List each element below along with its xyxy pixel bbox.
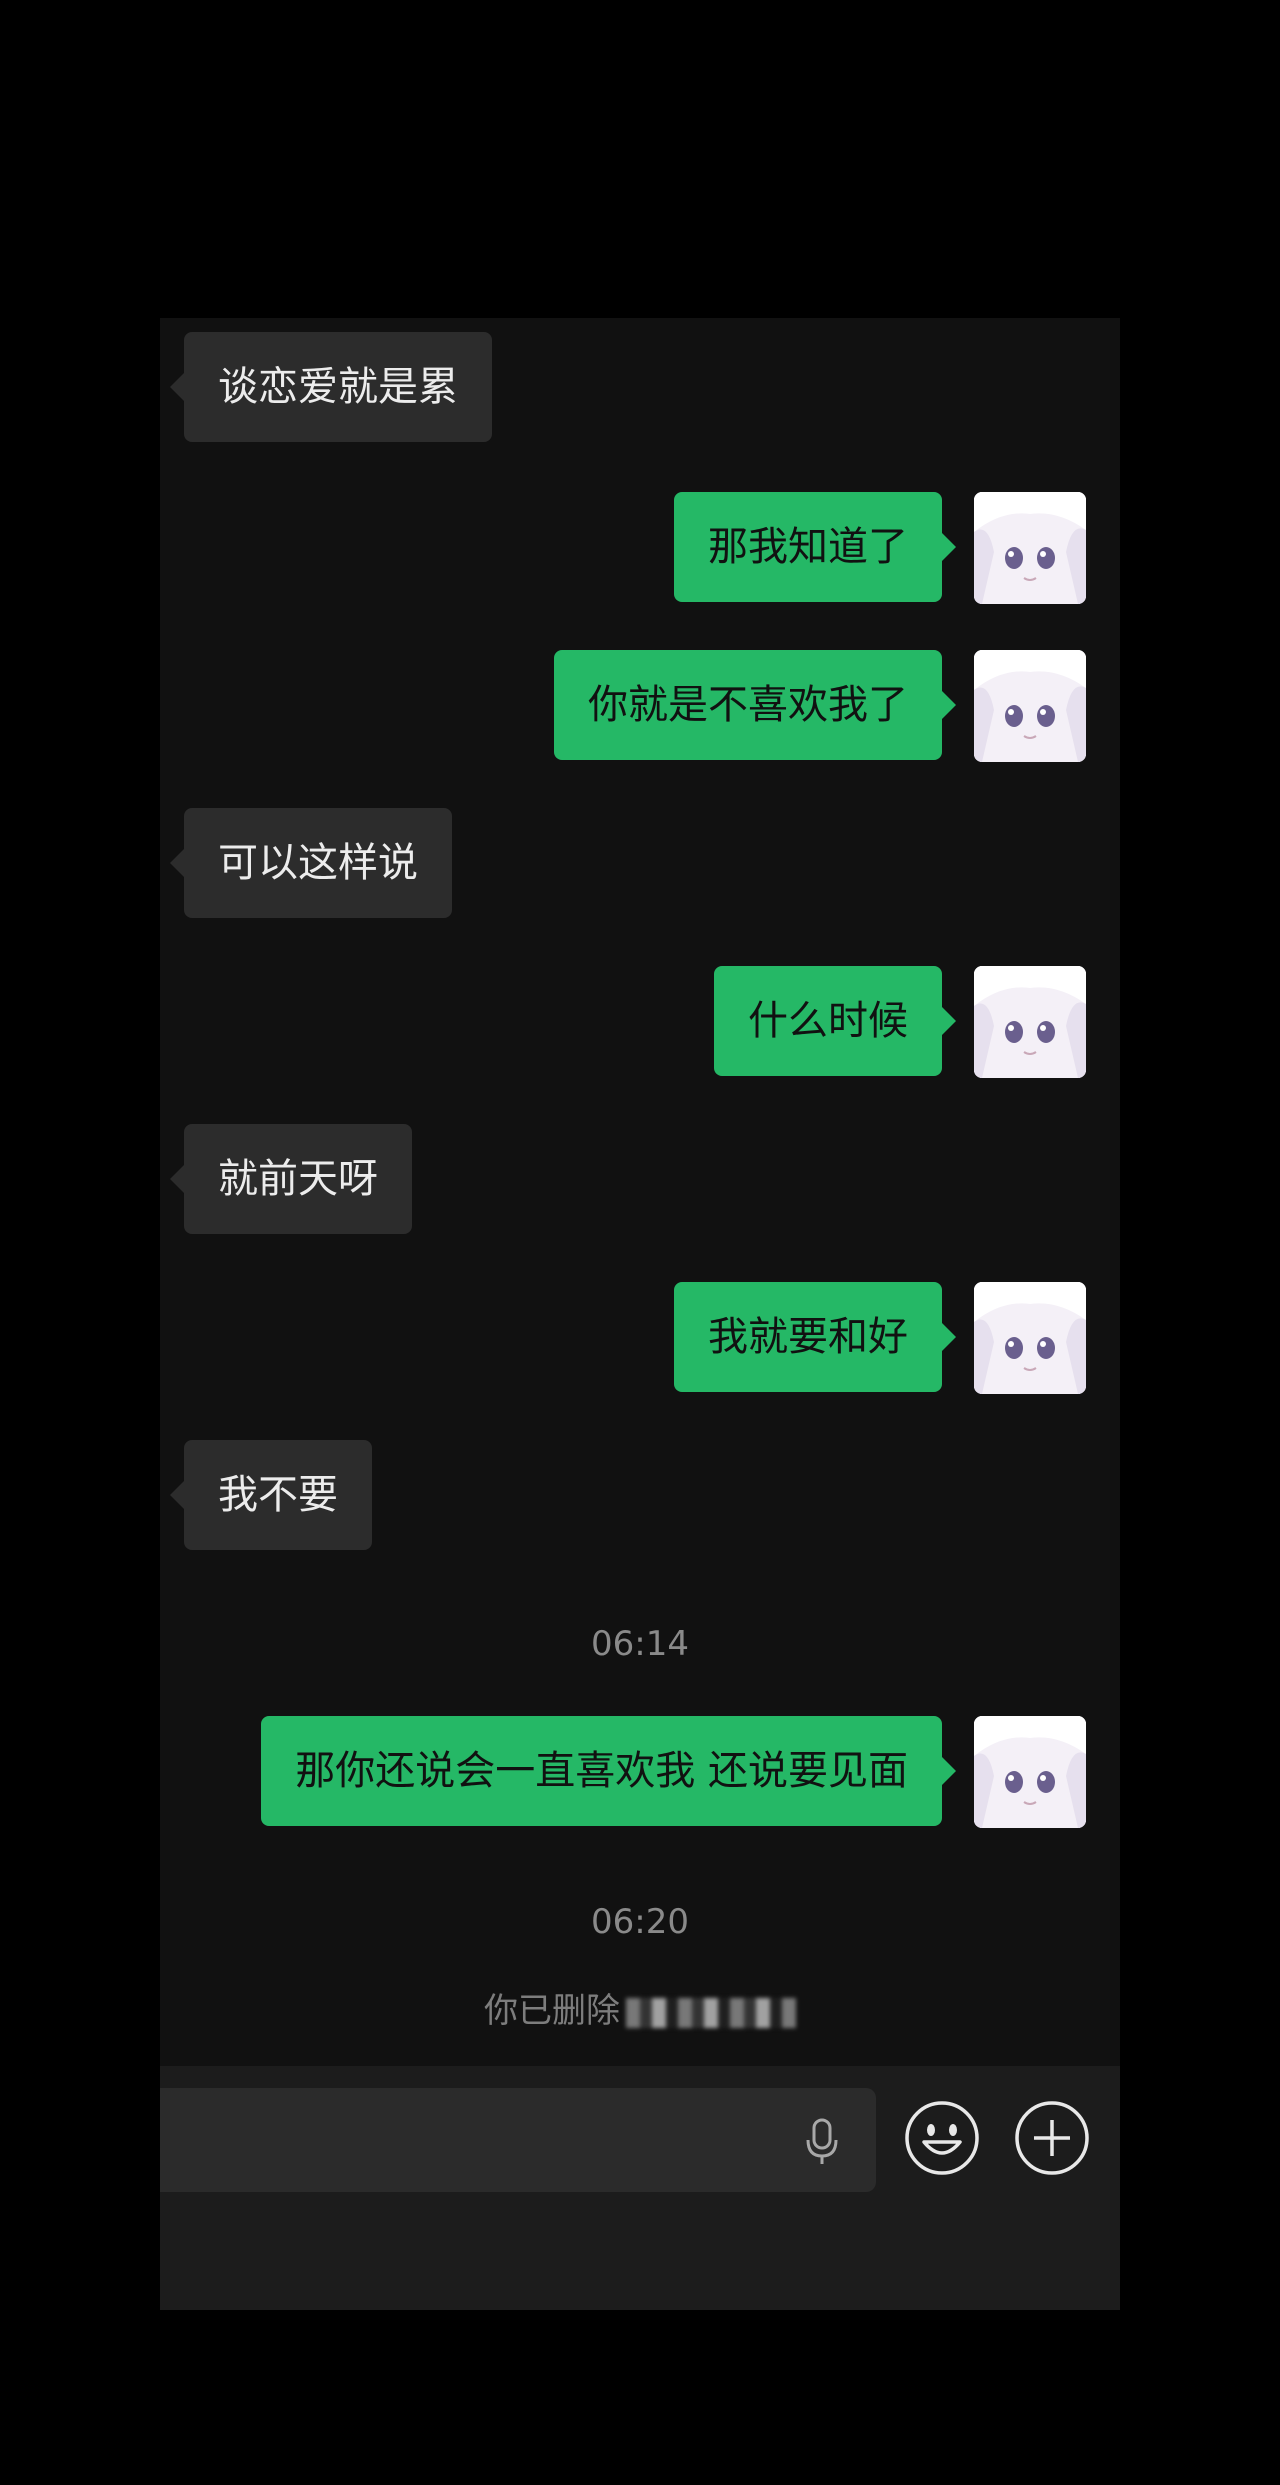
avatar[interactable] [974, 650, 1086, 762]
redacted-name-mosaic [626, 1997, 796, 2028]
outgoing-message-bubble[interactable]: 那你还说会一直喜欢我 还说要见面 [261, 1716, 956, 1826]
timestamp: 06:20 [591, 1902, 689, 1942]
outgoing-message-bubble[interactable]: 我就要和好 [674, 1282, 956, 1392]
plus-icon[interactable] [1014, 2100, 1090, 2176]
avatar[interactable] [974, 1282, 1086, 1394]
system-notice: 你已删除 [160, 1986, 1120, 2036]
incoming-message-bubble[interactable]: 谈恋爱就是累 [170, 332, 492, 442]
incoming-message-bubble[interactable]: 我不要 [170, 1440, 372, 1550]
message-row-outgoing: 你就是不喜欢我了 [160, 650, 1120, 762]
message-row-outgoing: 那我知道了 [160, 492, 1120, 604]
timestamp: 06:14 [591, 1624, 689, 1664]
system-notice-text: 你已删除 [484, 1991, 620, 2031]
message-row-incoming: 谈恋爱就是累 [160, 332, 1120, 444]
avatar[interactable] [974, 966, 1086, 1078]
avatar[interactable] [974, 1716, 1086, 1828]
emoji-icon[interactable] [904, 2100, 980, 2176]
chat-window: 谈恋爱就是累 那我知道了 你就是不喜欢我了 可以这样说 什么时候 就前天呀 我就… [160, 318, 1120, 2310]
message-row-outgoing: 什么时候 [160, 966, 1120, 1078]
outgoing-message-bubble[interactable]: 你就是不喜欢我了 [554, 650, 956, 760]
message-row-incoming: 就前天呀 [160, 1124, 1120, 1236]
incoming-message-bubble[interactable]: 可以这样说 [170, 808, 452, 918]
message-row-outgoing: 那你还说会一直喜欢我 还说要见面 [160, 1716, 1120, 1828]
message-row-incoming: 可以这样说 [160, 808, 1120, 920]
microphone-icon[interactable] [802, 2118, 842, 2166]
outgoing-message-bubble[interactable]: 那我知道了 [674, 492, 956, 602]
incoming-message-bubble[interactable]: 就前天呀 [170, 1124, 412, 1234]
message-input[interactable] [160, 2088, 876, 2192]
message-row-outgoing: 我就要和好 [160, 1282, 1120, 1394]
outgoing-message-bubble[interactable]: 什么时候 [714, 966, 956, 1076]
message-row-incoming: 我不要 [160, 1440, 1120, 1552]
input-bar [160, 2066, 1120, 2310]
avatar[interactable] [974, 492, 1086, 604]
